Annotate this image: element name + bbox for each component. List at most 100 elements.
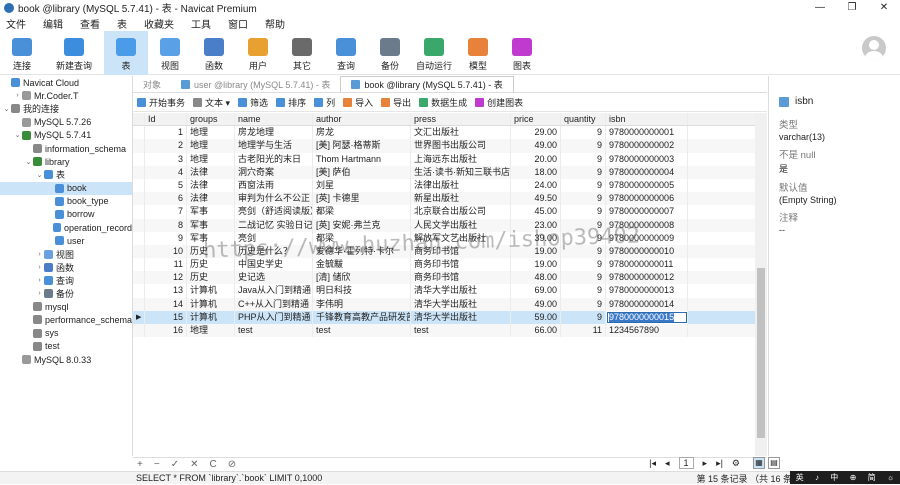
table-cell[interactable]: 9780000000013 (606, 284, 688, 298)
table-cell[interactable]: Java从入门到精通 (235, 284, 313, 298)
table-cell[interactable]: 9 (561, 271, 606, 285)
table-cell[interactable]: 9 (561, 192, 606, 206)
table-toolbar-button[interactable]: 排序 (276, 96, 306, 109)
table-cell[interactable]: 解放军文艺出版社 (411, 231, 511, 245)
table-cell[interactable]: 9780000000001 (606, 126, 688, 140)
toolbar-button-11[interactable]: 图表 (500, 31, 544, 75)
tree-item[interactable]: user (0, 234, 132, 247)
table-cell[interactable]: 49.00 (511, 297, 561, 311)
table-row[interactable]: 5 法律 西窗法雨 刘星 法律出版社 24.00 9 9780000000005 (133, 178, 755, 193)
prev-page-button[interactable]: ◂ (665, 458, 670, 469)
editor-tab[interactable]: user @library (MySQL 5.7.41) - 表 (171, 76, 340, 92)
table-row[interactable]: 4 法律 洞穴奇案 [美] 萨伯 生活·读书·新知三联书店 18.00 9 978000000… (133, 165, 755, 179)
table-cell[interactable]: 19.00 (511, 258, 561, 272)
table-cell[interactable]: 法律 (187, 192, 235, 206)
table-cell[interactable]: 3 (145, 152, 187, 166)
row-marker[interactable] (133, 271, 145, 285)
editor-tab[interactable]: 对象 (133, 76, 171, 92)
tree-item[interactable]: › 备份 (0, 287, 132, 300)
table-toolbar-button[interactable]: 创建图表 (475, 96, 523, 109)
table-cell[interactable]: 9 (561, 152, 606, 166)
table-cell[interactable]: 9 (561, 139, 606, 153)
table-cell[interactable]: 计算机 (187, 297, 235, 311)
table-cell[interactable]: 19.00 (511, 244, 561, 259)
table-cell[interactable]: 生活·读书·新知三联书店 (411, 165, 511, 179)
tray-icon[interactable]: ⊕ (850, 473, 857, 482)
table-cell[interactable]: 历史 (187, 244, 235, 259)
column-header[interactable]: press (411, 113, 511, 126)
table-cell[interactable]: 上海远东出版社 (411, 152, 511, 166)
table-toolbar-button[interactable]: 导出 (381, 96, 411, 109)
table-cell[interactable]: 房龙地理 (235, 126, 313, 140)
menu-favorites[interactable]: 收藏夹 (144, 16, 174, 31)
tray-icon[interactable]: 英 (796, 472, 804, 483)
table-row[interactable]: 9 军事 亮剑 都梁 解放军文艺出版社 39.00 9 9780000000009 (133, 231, 755, 245)
collapsed-arrow-icon[interactable]: › (13, 92, 22, 99)
table-cell[interactable]: 历史是什么？ (235, 244, 313, 259)
table-cell[interactable]: 29.00 (511, 126, 561, 140)
table-cell[interactable]: 亮剑（舒适阅读版） (235, 205, 313, 219)
table-toolbar-button[interactable]: 导入 (343, 96, 373, 109)
table-cell[interactable]: 18.00 (511, 165, 561, 179)
table-cell[interactable]: 中国史学史 (235, 258, 313, 272)
column-header[interactable]: price (511, 113, 561, 126)
table-cell[interactable]: 新星出版社 (411, 192, 511, 206)
table-cell[interactable]: 9780000000010 (606, 244, 688, 259)
table-cell[interactable]: 法律 (187, 178, 235, 193)
table-cell[interactable]: 9780000000008 (606, 218, 688, 232)
row-marker[interactable] (133, 192, 145, 206)
table-cell[interactable]: 明日科技 (313, 284, 411, 298)
table-cell[interactable]: C++从入门到精通 (235, 297, 313, 311)
table-cell[interactable]: 59.00 (511, 310, 561, 324)
table-row[interactable]: 13 计算机 Java从入门到精通 明日科技 清华大学出版社 69.00 9 97800000… (133, 284, 755, 298)
table-cell[interactable]: 9 (561, 258, 606, 272)
table-toolbar-button[interactable]: 筛选 (238, 96, 268, 109)
table-cell[interactable]: 军事 (187, 205, 235, 219)
table-cell[interactable]: 法律 (187, 165, 235, 179)
expanded-arrow-icon[interactable]: ⌄ (35, 171, 44, 179)
data-grid[interactable]: Id groups name author press price quantity isbn… (133, 113, 755, 456)
table-cell[interactable]: 古老阳光的末日 (235, 152, 313, 166)
table-cell[interactable]: 69.00 (511, 284, 561, 298)
menu-view[interactable]: 查看 (80, 16, 100, 31)
table-cell[interactable]: 9 (561, 218, 606, 232)
table-cell[interactable]: 9780000000014 (606, 297, 688, 311)
table-cell[interactable]: [清] 储欣 (313, 271, 411, 285)
table-row[interactable]: 6 法律 审判为什么不公正 [英] 卡德里 新星出版社 49.50 9 97800000000… (133, 192, 755, 206)
table-cell[interactable]: 11 (561, 324, 606, 338)
grid-view-icon[interactable]: ▦ (753, 457, 765, 469)
table-toolbar-button[interactable]: 文本 ▾ (193, 96, 230, 109)
menu-file[interactable]: 文件 (6, 16, 26, 31)
table-cell[interactable]: 49.00 (511, 139, 561, 153)
tree-item[interactable]: › 查询 (0, 274, 132, 287)
tree-item[interactable]: borrow (0, 208, 132, 221)
table-cell[interactable]: 清华大学出版社 (411, 284, 511, 298)
table-cell[interactable]: 66.00 (511, 324, 561, 338)
table-cell[interactable]: 6 (145, 192, 187, 206)
tree-item[interactable]: operation_record (0, 221, 132, 234)
table-cell[interactable]: 商务印书馆 (411, 258, 511, 272)
table-cell[interactable]: 历史 (187, 258, 235, 272)
tree-item[interactable]: › 视图 (0, 247, 132, 260)
table-cell[interactable]: 45.00 (511, 205, 561, 219)
table-cell[interactable]: 军事 (187, 231, 235, 245)
table-cell[interactable]: 9780000000003 (606, 152, 688, 166)
table-cell[interactable]: 千锋教育高教产品研发部 (313, 310, 411, 324)
scrollbar-thumb[interactable] (757, 268, 765, 438)
table-cell[interactable]: 洞穴奇案 (235, 165, 313, 179)
column-header[interactable]: name (235, 113, 313, 126)
tree-item[interactable]: sys (0, 327, 132, 340)
next-page-button[interactable]: ▸ (703, 458, 708, 469)
table-cell[interactable]: 39.00 (511, 231, 561, 245)
row-marker[interactable] (133, 258, 145, 272)
table-cell[interactable]: 9780000000012 (606, 271, 688, 285)
table-cell[interactable]: 清华大学出版社 (411, 297, 511, 311)
row-marker[interactable] (133, 297, 145, 311)
table-cell[interactable]: 商务印书馆 (411, 271, 511, 285)
table-cell[interactable]: 2 (145, 139, 187, 153)
row-marker[interactable] (133, 152, 145, 166)
table-cell[interactable]: 审判为什么不公正 (235, 192, 313, 206)
table-cell[interactable]: 9780000000011 (606, 258, 688, 272)
tree-item[interactable]: test (0, 340, 132, 353)
table-cell[interactable]: 15 (145, 310, 187, 324)
